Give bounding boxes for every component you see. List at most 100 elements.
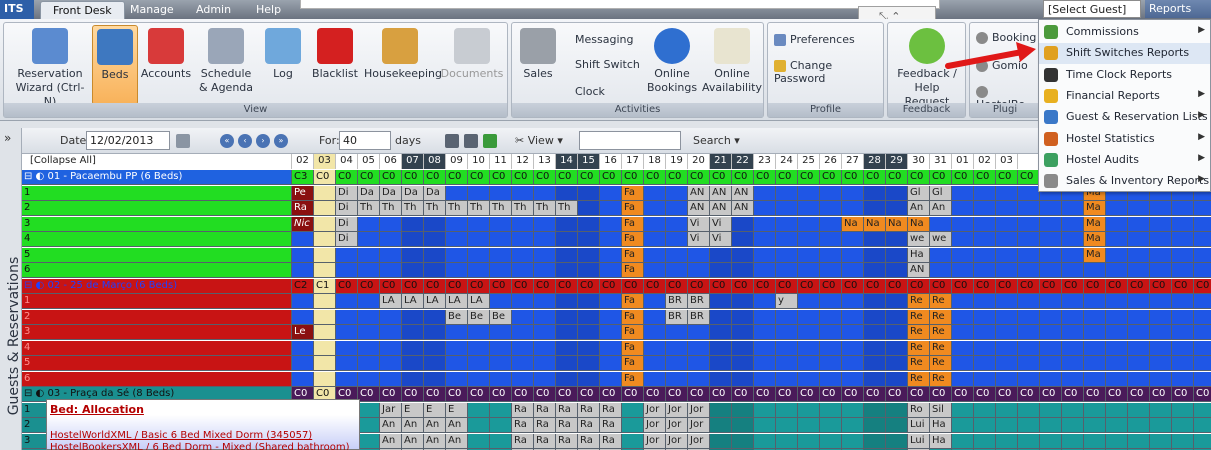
bed-cell[interactable]: [688, 356, 710, 371]
days-input[interactable]: 40: [339, 131, 391, 150]
bed-cell[interactable]: [358, 325, 380, 340]
bed-cell[interactable]: [974, 247, 996, 263]
bed-cell[interactable]: [1150, 402, 1172, 418]
booking-cell[interactable]: Ra: [534, 402, 556, 418]
bed-cell[interactable]: [1194, 325, 1211, 340]
booking-cell[interactable]: Ra: [600, 433, 622, 449]
bed-cell[interactable]: [446, 340, 468, 356]
booking-cell[interactable]: Ra: [600, 418, 622, 433]
bed-cell[interactable]: [842, 356, 864, 371]
bed-cell[interactable]: [380, 325, 402, 340]
bed-cell[interactable]: [974, 201, 996, 216]
bed-cell[interactable]: [842, 309, 864, 325]
bed-cell[interactable]: [556, 371, 578, 387]
day-header[interactable]: 11: [490, 154, 512, 169]
bed-cell[interactable]: [732, 216, 754, 232]
bed-cell[interactable]: [798, 294, 820, 309]
log-button[interactable]: Log: [260, 25, 306, 105]
bed-cell[interactable]: [842, 232, 864, 247]
bed-cell[interactable]: [534, 340, 556, 356]
bed-cell[interactable]: [402, 216, 424, 232]
bed-cell[interactable]: [842, 263, 864, 278]
bed-cell[interactable]: [336, 325, 358, 340]
bed-cell[interactable]: [380, 216, 402, 232]
booking-cell[interactable]: we: [908, 232, 930, 247]
bed-cell[interactable]: [644, 325, 666, 340]
bed-cell[interactable]: [446, 263, 468, 278]
bed-cell[interactable]: [314, 216, 336, 232]
bed-cell[interactable]: [358, 247, 380, 263]
bed-cell[interactable]: [556, 309, 578, 325]
bed-cell[interactable]: [886, 433, 908, 449]
bed-cell[interactable]: [1194, 402, 1211, 418]
tab-manage[interactable]: Manage: [118, 1, 186, 19]
bed-cell[interactable]: [1194, 418, 1211, 433]
booking-cell[interactable]: Re: [908, 356, 930, 371]
bed-cell[interactable]: [1018, 418, 1040, 433]
bed-cell[interactable]: [666, 216, 688, 232]
booking-cell[interactable]: Jor: [644, 402, 666, 418]
booking-cell[interactable]: Ha: [930, 433, 952, 449]
bed-cell[interactable]: [864, 418, 886, 433]
bed-cell[interactable]: [424, 325, 446, 340]
bed-cell[interactable]: [974, 433, 996, 449]
booking-cell[interactable]: Ma: [1084, 247, 1106, 263]
booking-cell[interactable]: Th: [556, 201, 578, 216]
bed-cell[interactable]: [1084, 340, 1106, 356]
booking-cell[interactable]: Vi: [688, 216, 710, 232]
booking-cell[interactable]: Ma: [1084, 232, 1106, 247]
bed-cell[interactable]: [974, 402, 996, 418]
bed-cell[interactable]: [996, 185, 1018, 201]
bed-cell[interactable]: [644, 201, 666, 216]
bed-cell[interactable]: [380, 356, 402, 371]
bed-cell[interactable]: [1172, 356, 1194, 371]
bed-cell[interactable]: [996, 294, 1018, 309]
booking-cell[interactable]: Th: [424, 201, 446, 216]
bed-cell[interactable]: [1106, 433, 1128, 449]
bed-cell[interactable]: [490, 185, 512, 201]
menu-item-commissions[interactable]: Commissions ▶: [1039, 22, 1210, 43]
beds-button[interactable]: Beds: [92, 25, 138, 105]
bed-cell[interactable]: [1106, 418, 1128, 433]
blacklist-button[interactable]: Blacklist: [310, 25, 360, 105]
booking-cell[interactable]: An: [446, 418, 468, 433]
first-icon[interactable]: «: [220, 134, 234, 148]
bed-cell[interactable]: [424, 356, 446, 371]
bed-cell[interactable]: [1172, 340, 1194, 356]
bed-cell[interactable]: [358, 402, 380, 418]
bed-cell[interactable]: [1106, 263, 1128, 278]
bed-cell[interactable]: [732, 247, 754, 263]
bed-cell[interactable]: [996, 263, 1018, 278]
bed-cell[interactable]: [710, 340, 732, 356]
bed-cell[interactable]: [732, 294, 754, 309]
booking-cell[interactable]: BR: [688, 294, 710, 309]
bed-cell[interactable]: [556, 232, 578, 247]
bed-row-label[interactable]: 4: [22, 340, 292, 356]
bed-row-label[interactable]: 6: [22, 263, 292, 278]
bed-cell[interactable]: [424, 340, 446, 356]
bed-cell[interactable]: [644, 340, 666, 356]
prev-icon[interactable]: ‹: [238, 134, 252, 148]
bed-cell[interactable]: [798, 356, 820, 371]
bed-cell[interactable]: [600, 371, 622, 387]
bed-cell[interactable]: [358, 232, 380, 247]
bed-cell[interactable]: [314, 371, 336, 387]
bed-cell[interactable]: [1194, 433, 1211, 449]
bed-cell[interactable]: [886, 371, 908, 387]
bed-cell[interactable]: [688, 340, 710, 356]
bed-cell[interactable]: [468, 371, 490, 387]
booking-cell[interactable]: Jor: [644, 418, 666, 433]
bed-cell[interactable]: [886, 232, 908, 247]
bed-cell[interactable]: [1062, 309, 1084, 325]
bed-cell[interactable]: [1128, 216, 1150, 232]
bed-cell[interactable]: [1018, 247, 1040, 263]
bed-cell[interactable]: [688, 371, 710, 387]
bed-cell[interactable]: [820, 402, 842, 418]
bed-cell[interactable]: [1062, 325, 1084, 340]
bed-cell[interactable]: [864, 201, 886, 216]
collapse-all-button[interactable]: [Collapse All]: [22, 154, 292, 169]
bed-cell[interactable]: [534, 325, 556, 340]
bed-cell[interactable]: [930, 216, 952, 232]
bed-cell[interactable]: [1106, 356, 1128, 371]
bed-cell[interactable]: [864, 371, 886, 387]
